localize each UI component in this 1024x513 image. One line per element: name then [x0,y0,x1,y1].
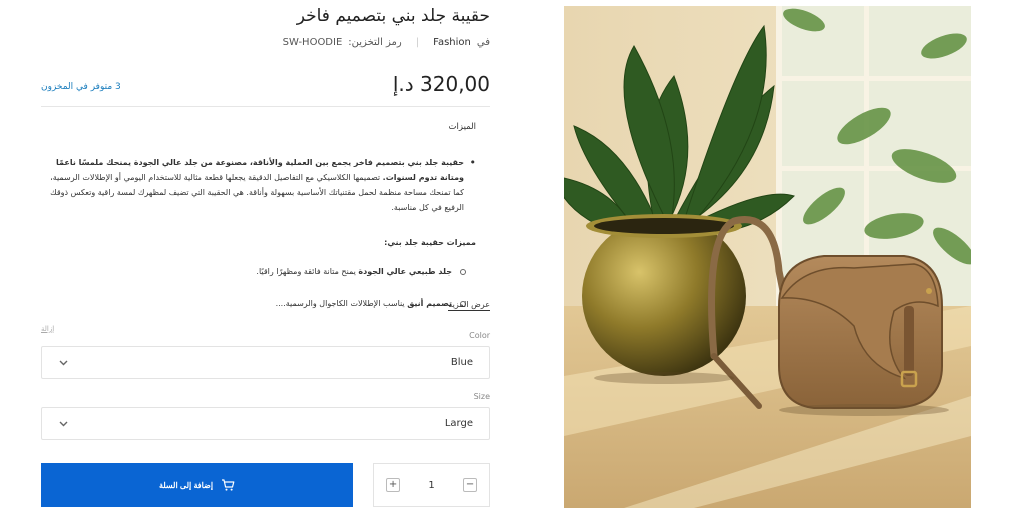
color-label: Color [469,331,490,340]
feature-title: جلد طبيعي عالي الجودة [358,267,452,276]
features-heading: مميزات حقيبة جلد بني: [384,238,476,247]
divider [41,106,490,107]
meta-divider: | [415,37,420,48]
color-select-value: Blue [450,357,473,368]
feature-text: يمنح متانة فائقة ومظهرًا راقيًا. [256,267,356,276]
quantity-value[interactable]: 1 [428,480,434,491]
product-title: حقيبة جلد بني بتصميم فاخر [296,6,490,26]
color-select[interactable]: Blue [41,346,490,379]
size-select-value: Large [444,418,473,429]
product-description: الميزات حقيبة جلد بني بتصميم فاخر يجمع ب… [46,120,476,328]
category-link[interactable]: Fashion [433,37,471,48]
chevron-down-icon [58,419,68,429]
size-label: Size [473,392,490,401]
add-to-cart-button[interactable]: إضافة إلى السلة [41,463,353,507]
increase-quantity-button[interactable]: + [386,478,400,492]
sku-value: SW-HOODIE [282,37,343,48]
product-image[interactable] [564,6,971,508]
clear-selection-link[interactable]: إزالة [41,325,54,333]
chevron-down-icon [58,358,68,368]
feature-title: تصميم أنيق [407,299,452,308]
quantity-stepper: − 1 + [373,463,490,507]
feature-item: تصميم أنيق يناسب الإطلالات الكاجوال والر… [46,296,466,311]
show-more-link[interactable]: عرض المزيد [448,300,490,311]
category-prefix: في [476,37,490,48]
sku-label: رمز التخزين: [348,37,402,48]
product-photo-art [564,6,971,508]
stock-status: 3 متوفر في المخزون [41,82,121,92]
feature-text: يناسب الإطلالات الكاجوال والرسمية.... [275,299,405,308]
description-list: حقيبة جلد بني بتصميم فاخر يجمع بين العمل… [46,155,476,215]
product-details: حقيبة جلد بني بتصميم فاخر في Fashion | ر… [41,0,490,513]
description-heading: الميزات [448,122,476,132]
decrease-quantity-button[interactable]: − [463,478,477,492]
description-intro: حقيبة جلد بني بتصميم فاخر يجمع بين العمل… [46,155,476,215]
features-list: جلد طبيعي عالي الجودة يمنح متانة فائقة و… [46,264,476,311]
product-price: 320,00 د.إ [392,72,490,96]
add-to-cart-label: إضافة إلى السلة [158,480,214,490]
size-select[interactable]: Large [41,407,490,440]
cart-icon [221,478,235,492]
feature-item: جلد طبيعي عالي الجودة يمنح متانة فائقة و… [46,264,466,279]
product-meta: في Fashion | رمز التخزين: SW-HOODIE [283,37,490,48]
